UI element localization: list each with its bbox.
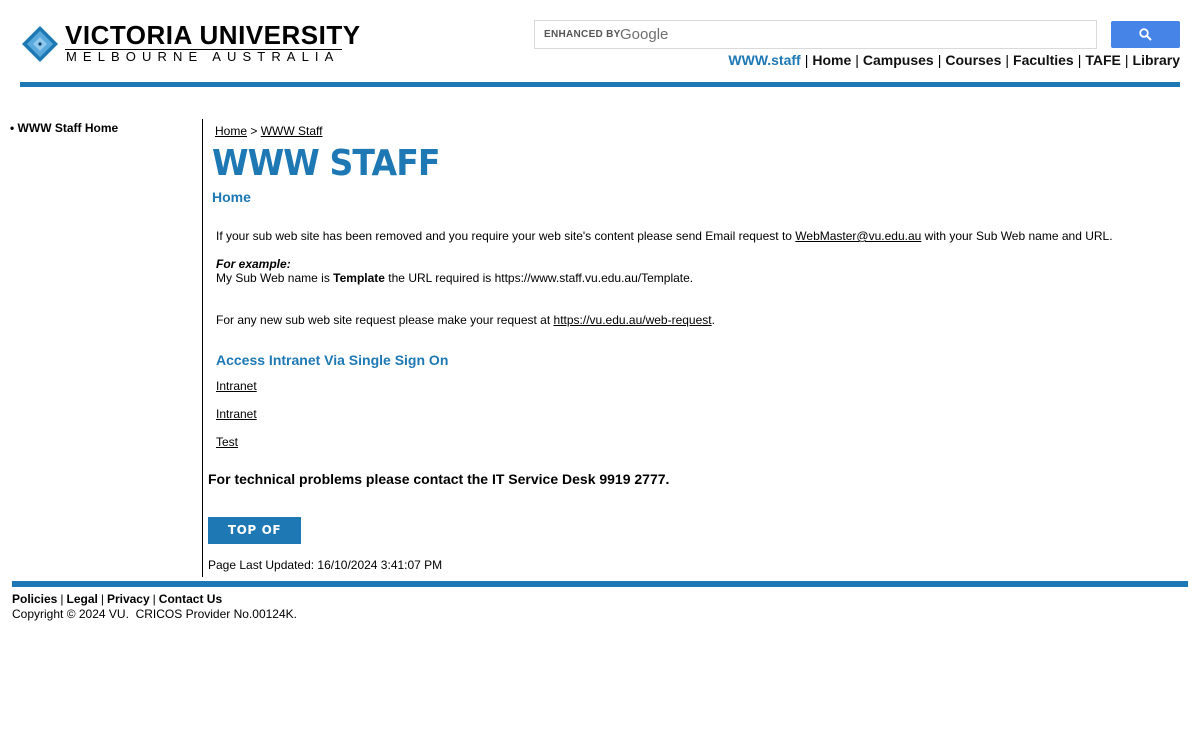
- header-divider: [20, 82, 1180, 87]
- p2-template-bold: Template: [333, 271, 385, 285]
- footer-separator: |: [100, 592, 104, 606]
- copyright: Copyright © 2024 VU. CRICOS Provider No.…: [12, 607, 297, 621]
- nav-library[interactable]: Library: [1133, 52, 1180, 68]
- nav-separator: |: [1124, 52, 1129, 68]
- breadcrumb-www-staff[interactable]: WWW Staff: [261, 124, 323, 138]
- search-enhanced-label: ENHANCED BY: [544, 29, 621, 40]
- tech-support-note: For technical problems please contact th…: [208, 471, 670, 487]
- sso-heading: Access Intranet Via Single Sign On: [216, 352, 449, 368]
- nav-www-staff[interactable]: WWW.staff: [728, 52, 800, 68]
- p2-text-before: My Sub Web name is: [216, 271, 334, 285]
- new-site-paragraph: For any new sub web site request please …: [216, 313, 715, 327]
- footer-links: Policies | Legal | Privacy | Contact Us: [12, 592, 222, 606]
- section-title: WWW STAFF: [212, 143, 441, 184]
- nav-campuses[interactable]: Campuses: [863, 52, 934, 68]
- footer-separator: |: [152, 592, 156, 606]
- nav-separator: |: [937, 52, 942, 68]
- nav-separator: |: [804, 52, 809, 68]
- page-last-updated: Page Last Updated: 16/10/2024 3:41:07 PM: [208, 558, 443, 572]
- p2-text-after: the URL required is https://www.staff.vu…: [384, 271, 694, 285]
- breadcrumb-home[interactable]: Home: [215, 124, 247, 138]
- breadcrumb: Home > WWW Staff: [215, 124, 323, 138]
- nav-separator: |: [855, 52, 859, 68]
- footer-link-contact-us[interactable]: Contact Us: [159, 592, 222, 606]
- search-input[interactable]: ENHANCED BY Google: [534, 20, 1097, 49]
- p1-text-before: If your sub web site has been removed an…: [216, 229, 796, 243]
- p3-text-before: For any new sub web site request please …: [216, 313, 554, 327]
- web-request-link[interactable]: https://vu.edu.au/web-request: [554, 313, 712, 327]
- page-heading: Home: [212, 189, 251, 205]
- example-paragraph: My Sub Web name is Template the URL requ…: [216, 271, 693, 285]
- search-google-label: Google: [620, 26, 669, 43]
- footer-link-privacy[interactable]: Privacy: [107, 592, 150, 606]
- search-button[interactable]: [1111, 21, 1180, 48]
- footer-link-policies[interactable]: Policies: [12, 592, 57, 606]
- nav-tafe[interactable]: TAFE: [1085, 52, 1121, 68]
- intranet-link-1[interactable]: Intranet: [216, 379, 257, 393]
- nav-separator: |: [1077, 52, 1082, 68]
- top-nav: WWW.staff | Home | Campuses | Courses | Facultie…: [728, 52, 1180, 68]
- example-label: For example:: [216, 257, 291, 271]
- nav-faculties[interactable]: Faculties: [1013, 52, 1074, 68]
- nav-separator: |: [1005, 52, 1010, 68]
- p3-text-after: .: [711, 313, 715, 327]
- footer-link-legal[interactable]: Legal: [66, 592, 97, 606]
- intranet-link-2[interactable]: Intranet: [216, 407, 257, 421]
- search-icon: [1139, 28, 1152, 41]
- removed-site-paragraph: If your sub web site has been removed an…: [216, 229, 1113, 243]
- p1-text-after: with your Sub Web name and URL.: [921, 229, 1113, 243]
- top-of-page-button[interactable]: TOP OF PAGE: [208, 517, 301, 564]
- test-link[interactable]: Test: [216, 435, 238, 449]
- sidebar-item-www-staff-home[interactable]: • WWW Staff Home: [10, 121, 118, 135]
- nav-courses[interactable]: Courses: [945, 52, 1001, 68]
- footer-divider: [12, 581, 1188, 587]
- webmaster-email-link[interactable]: WebMaster@vu.edu.au: [795, 229, 921, 243]
- sidebar-divider: [202, 119, 203, 577]
- breadcrumb-separator: >: [250, 124, 258, 138]
- logo-name: VICTORIA UNIVERSITY: [65, 20, 361, 50]
- vu-logo[interactable]: VICTORIA UNIVERSITY MELBOURNE AUSTRALIA: [20, 22, 360, 64]
- nav-home[interactable]: Home: [812, 52, 851, 68]
- vu-diamond-icon: [22, 26, 58, 62]
- logo-subtitle: MELBOURNE AUSTRALIA: [66, 49, 340, 64]
- footer-separator: |: [60, 592, 64, 606]
